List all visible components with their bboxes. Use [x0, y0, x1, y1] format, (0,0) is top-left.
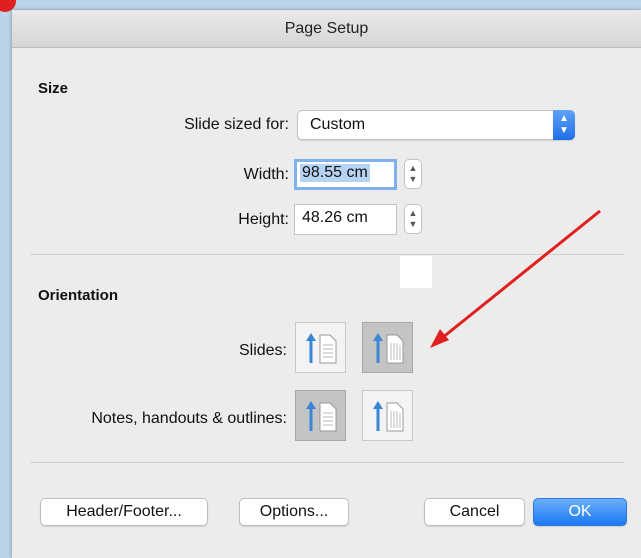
annotation-arrow — [430, 209, 601, 348]
